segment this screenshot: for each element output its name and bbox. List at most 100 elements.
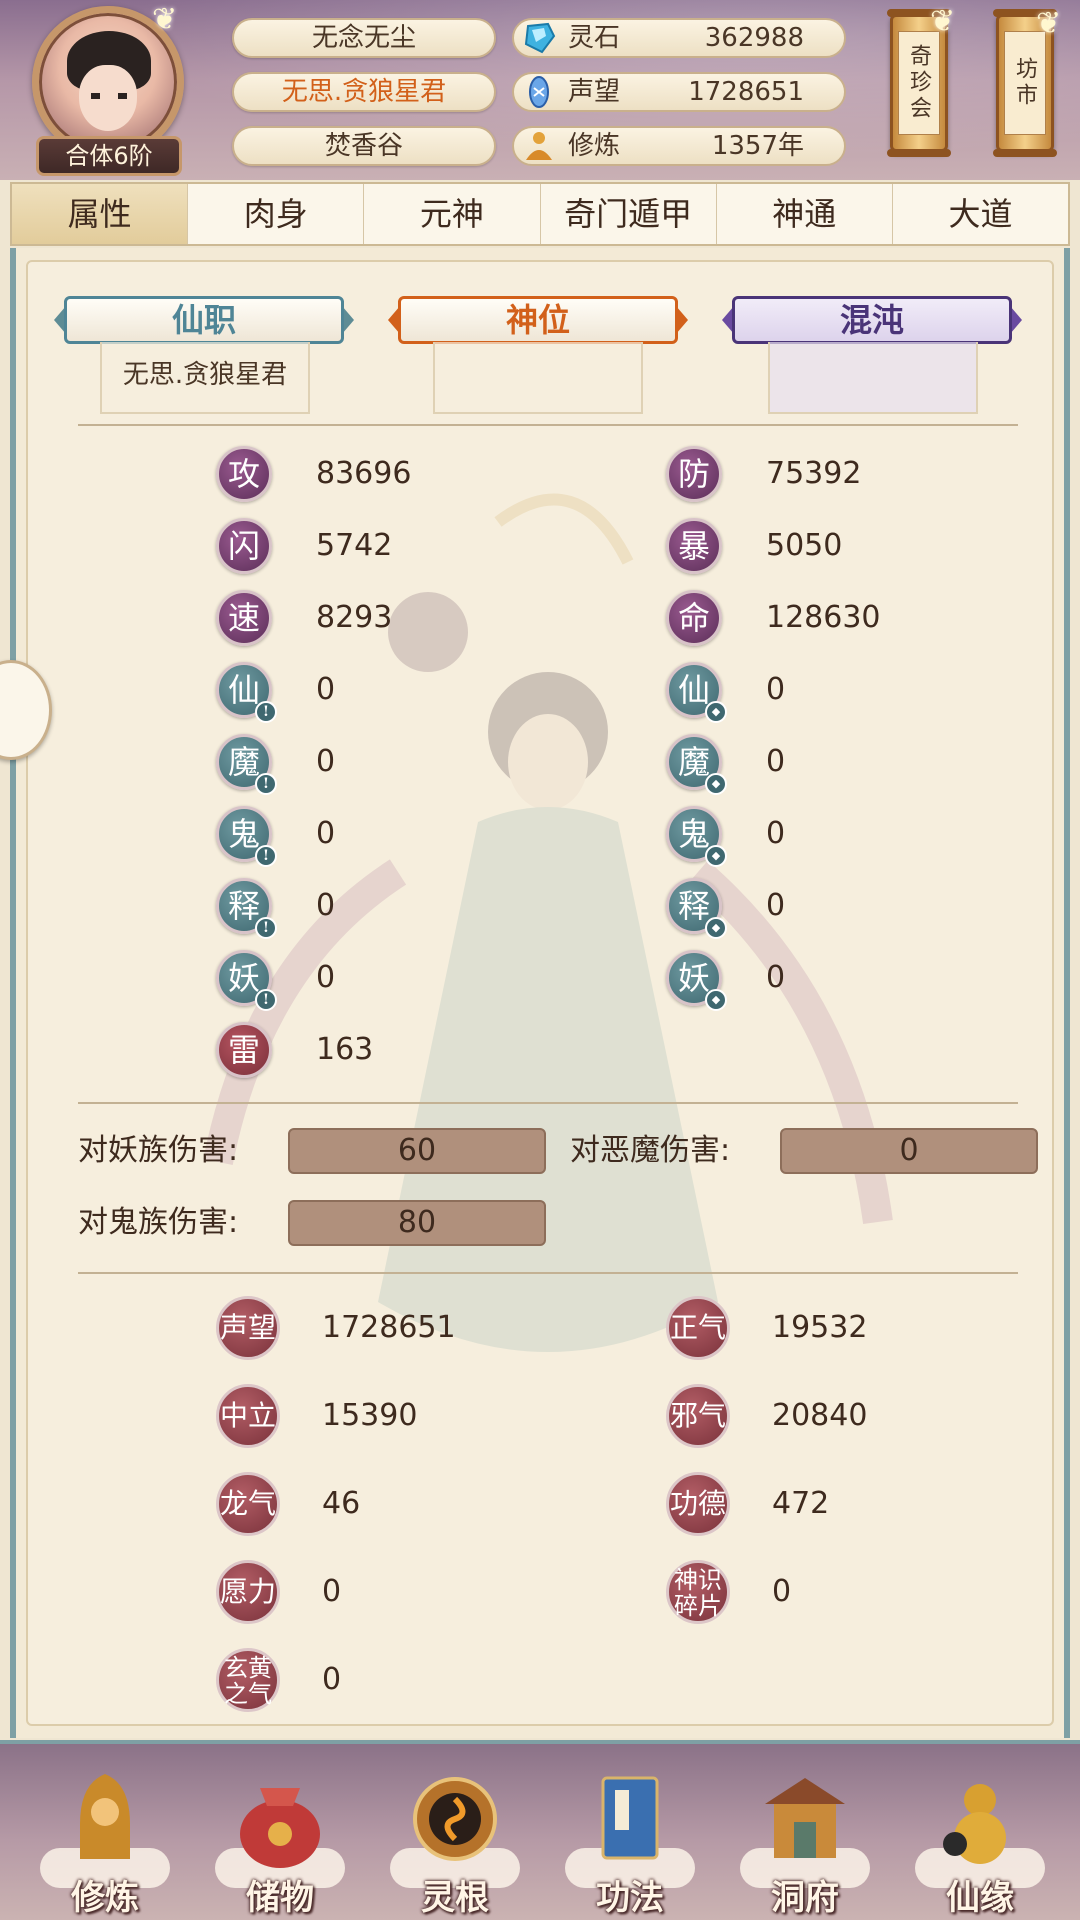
player-avatar[interactable]: ❦ 合体6阶 — [28, 2, 188, 176]
attribute-tabs: 属性 肉身 元神 奇门遁甲 神通 大道 — [10, 182, 1070, 246]
defense-icon: 防 — [666, 446, 722, 502]
alert-icon: ! — [255, 701, 277, 723]
righteous-qi-value: 19532 — [772, 1310, 868, 1345]
immortal-attack-value: 0 — [316, 672, 336, 707]
ghost-attack-value: 0 — [316, 816, 336, 851]
chaos-value — [768, 342, 978, 414]
speed-value: 8293 — [316, 600, 393, 635]
meditation-icon — [526, 132, 552, 160]
buddhist-defense-icon: 释 ◆ — [666, 878, 727, 939]
neutral-value: 15390 — [322, 1398, 418, 1433]
storage-bag-icon — [240, 1788, 320, 1868]
immortal-defense-value: 0 — [766, 672, 786, 707]
merit-icon: 功德 — [666, 1472, 730, 1536]
technique-book-icon — [601, 1776, 659, 1860]
demon-defense-value: 0 — [766, 744, 786, 779]
wish-power-icon: 愿力 — [216, 1560, 280, 1624]
divider — [78, 1272, 1018, 1274]
ghost-defense-value: 0 — [766, 816, 786, 851]
soul-fragment-value: 0 — [772, 1574, 792, 1609]
hp-icon: 命 — [666, 590, 722, 646]
nav-technique[interactable]: 功法 — [555, 1744, 705, 1920]
alert-icon: ! — [255, 917, 277, 939]
shield-icon: ◆ — [705, 917, 727, 939]
chaos-ribbon[interactable]: 混沌 — [722, 292, 1022, 348]
spirit-stone-icon — [524, 22, 556, 54]
damage-vs-demon-label: 对恶魔伤害: — [570, 1133, 731, 1168]
reputation-stat-icon: 声望 — [216, 1296, 280, 1360]
bottom-navigation: 修炼 储物 灵根 功法 洞府 仙缘 — [0, 1740, 1080, 1920]
dodge-icon: 闪 — [216, 518, 272, 574]
damage-vs-monster-label: 对妖族伤害: — [78, 1133, 239, 1168]
cultivation-row: 修炼 1357年 — [512, 126, 846, 166]
xuanhuang-qi-value: 0 — [322, 1662, 342, 1697]
critical-value: 5050 — [766, 528, 843, 563]
player-sect: 焚香谷 — [232, 126, 496, 166]
cave-mansion-icon — [765, 1778, 845, 1858]
demon-defense-icon: 魔 ◆ — [666, 734, 727, 795]
wish-power-value: 0 — [322, 1574, 342, 1609]
divine-rank-value — [433, 342, 643, 414]
tab-attributes[interactable]: 属性 — [12, 184, 189, 244]
reputation-row: 声望 1728651 — [512, 72, 846, 112]
immortal-post-value: 无思.贪狼星君 — [100, 342, 310, 414]
buddhist-attack-icon: 释! — [216, 878, 277, 939]
attributes-panel: 仙职 无思.贪狼星君 神位 混沌 攻 83696 闪 5742 速 8293 仙… — [10, 248, 1070, 1738]
alert-icon: ! — [255, 773, 277, 795]
immortal-attack-icon: 仙! — [216, 662, 277, 723]
alert-icon: ! — [255, 989, 277, 1011]
dragon-qi-value: 46 — [322, 1486, 361, 1521]
shield-icon: ◆ — [705, 845, 727, 867]
speed-icon: 速 — [216, 590, 272, 646]
critical-icon: 暴 — [666, 518, 722, 574]
player-title: 无思.贪狼星君 — [232, 72, 496, 112]
tab-divine-power[interactable]: 神通 — [717, 184, 893, 244]
merit-value: 472 — [772, 1486, 830, 1521]
nav-cave-mansion[interactable]: 洞府 — [730, 1744, 880, 1920]
nav-spirit-root[interactable]: 灵根 — [380, 1744, 530, 1920]
damage-vs-ghost-label: 对鬼族伤害: — [78, 1205, 239, 1240]
dragon-qi-icon: 龙气 — [216, 1472, 280, 1536]
monster-defense-value: 0 — [766, 960, 786, 995]
tab-body[interactable]: 肉身 — [188, 184, 365, 244]
tab-spirit[interactable]: 元神 — [364, 184, 541, 244]
player-name: 无念无尘 — [232, 18, 496, 58]
defense-value: 75392 — [766, 456, 862, 491]
damage-vs-ghost-value: 80 — [288, 1200, 546, 1246]
damage-vs-demon-value: 0 — [780, 1128, 1038, 1174]
divine-rank-ribbon[interactable]: 神位 — [388, 292, 688, 348]
evil-qi-icon: 邪气 — [666, 1384, 730, 1448]
alert-icon: ! — [255, 845, 277, 867]
meditation-figure-icon — [80, 1774, 130, 1859]
spirit-stone-row: 灵石 362988 — [512, 18, 846, 58]
immortal-defense-icon: 仙 ◆ — [666, 662, 727, 723]
immortal-gourd-icon — [943, 1784, 1006, 1864]
thunder-icon: 雷 — [216, 1022, 272, 1078]
nav-cultivate[interactable]: 修炼 — [30, 1744, 180, 1920]
shield-icon: ◆ — [705, 701, 727, 723]
nav-immortal-fate[interactable]: 仙缘 — [905, 1744, 1055, 1920]
rank-badge: 合体6阶 — [36, 136, 182, 176]
dodge-value: 5742 — [316, 528, 393, 563]
evil-qi-value: 20840 — [772, 1398, 868, 1433]
monster-attack-value: 0 — [316, 960, 336, 995]
buddhist-attack-value: 0 — [316, 888, 336, 923]
ghost-defense-icon: 鬼 ◆ — [666, 806, 727, 867]
tab-great-dao[interactable]: 大道 — [893, 184, 1068, 244]
attack-icon: 攻 — [216, 446, 272, 502]
hp-value: 128630 — [766, 600, 881, 635]
tab-qimen[interactable]: 奇门遁甲 — [541, 184, 717, 244]
thunder-value: 163 — [316, 1032, 374, 1067]
butterfly-icon: ❦ — [152, 2, 178, 37]
shield-icon: ◆ — [705, 773, 727, 795]
butterfly-icon: ❦ — [930, 4, 956, 39]
spirit-root-icon — [413, 1777, 497, 1861]
divider — [78, 424, 1018, 426]
demon-attack-icon: 魔! — [216, 734, 277, 795]
immortal-post-ribbon[interactable]: 仙职 — [54, 292, 354, 348]
soul-fragment-icon: 神识 碎片 — [666, 1560, 730, 1624]
shield-icon: ◆ — [705, 989, 727, 1011]
butterfly-icon: ❦ — [1036, 6, 1062, 41]
nav-storage[interactable]: 储物 — [205, 1744, 355, 1920]
ghost-attack-icon: 鬼! — [216, 806, 277, 867]
